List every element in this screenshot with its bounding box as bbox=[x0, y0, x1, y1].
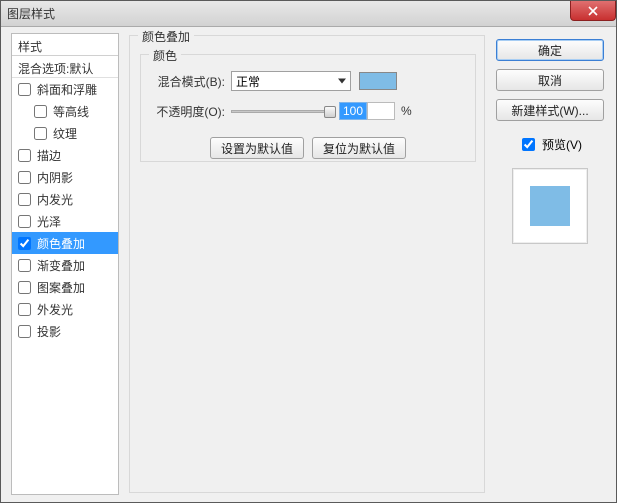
style-item-label: 斜面和浮雕 bbox=[37, 81, 97, 98]
style-item-2[interactable]: 纹理 bbox=[12, 122, 118, 144]
style-item-4[interactable]: 内阴影 bbox=[12, 166, 118, 188]
preview-box bbox=[512, 168, 588, 244]
style-checkbox[interactable] bbox=[18, 171, 31, 184]
style-checkbox[interactable] bbox=[18, 325, 31, 338]
style-checkbox[interactable] bbox=[18, 237, 31, 250]
opacity-unit: % bbox=[401, 104, 412, 118]
style-item-6[interactable]: 光泽 bbox=[12, 210, 118, 232]
chevron-down-icon bbox=[338, 79, 346, 84]
overlay-color-swatch[interactable] bbox=[359, 72, 397, 90]
window-title: 图层样式 bbox=[7, 5, 55, 22]
style-item-1[interactable]: 等高线 bbox=[12, 100, 118, 122]
style-item-label: 图案叠加 bbox=[37, 279, 85, 296]
color-group: 颜色 混合模式(B): 正常 不透明度(O): 100 % 设置为默认值 bbox=[140, 54, 476, 162]
set-default-button[interactable]: 设置为默认值 bbox=[210, 137, 304, 159]
opacity-label: 不透明度(O): bbox=[149, 103, 231, 120]
preview-label: 预览(V) bbox=[542, 136, 582, 153]
new-style-button[interactable]: 新建样式(W)... bbox=[496, 99, 604, 121]
style-checkbox[interactable] bbox=[18, 149, 31, 162]
right-column: 确定 取消 新建样式(W)... 预览(V) bbox=[496, 39, 604, 244]
style-item-label: 内发光 bbox=[37, 191, 73, 208]
style-item-label: 颜色叠加 bbox=[37, 235, 85, 252]
cancel-button[interactable]: 取消 bbox=[496, 69, 604, 91]
blend-mode-label: 混合模式(B): bbox=[149, 73, 231, 90]
styles-panel: 样式 混合选项:默认 斜面和浮雕等高线纹理描边内阴影内发光光泽颜色叠加渐变叠加图… bbox=[11, 33, 119, 495]
style-item-8[interactable]: 渐变叠加 bbox=[12, 254, 118, 276]
close-button[interactable] bbox=[570, 1, 616, 21]
style-item-label: 纹理 bbox=[53, 125, 77, 142]
opacity-value-box[interactable] bbox=[367, 102, 395, 120]
settings-group: 颜色叠加 颜色 混合模式(B): 正常 不透明度(O): 100 % bbox=[129, 35, 485, 493]
style-item-label: 描边 bbox=[37, 147, 61, 164]
opacity-slider[interactable] bbox=[231, 110, 331, 113]
ok-button[interactable]: 确定 bbox=[496, 39, 604, 61]
blend-mode-value: 正常 bbox=[236, 73, 260, 90]
style-item-label: 等高线 bbox=[53, 103, 89, 120]
style-item-5[interactable]: 内发光 bbox=[12, 188, 118, 210]
style-item-7[interactable]: 颜色叠加 bbox=[12, 232, 118, 254]
style-item-label: 内阴影 bbox=[37, 169, 73, 186]
style-checkbox[interactable] bbox=[18, 215, 31, 228]
preview-checkbox[interactable] bbox=[522, 138, 535, 151]
layer-style-dialog: 图层样式 样式 混合选项:默认 斜面和浮雕等高线纹理描边内阴影内发光光泽颜色叠加… bbox=[0, 0, 617, 503]
preview-checkbox-row[interactable]: 预览(V) bbox=[496, 135, 604, 154]
style-checkbox[interactable] bbox=[18, 83, 31, 96]
blend-mode-select[interactable]: 正常 bbox=[231, 71, 351, 91]
color-group-title: 颜色 bbox=[149, 47, 181, 64]
style-checkbox[interactable] bbox=[18, 281, 31, 294]
style-checkbox[interactable] bbox=[18, 193, 31, 206]
style-checkbox[interactable] bbox=[34, 105, 47, 118]
opacity-value[interactable]: 100 bbox=[339, 102, 367, 120]
preview-fill bbox=[530, 186, 570, 226]
style-item-0[interactable]: 斜面和浮雕 bbox=[12, 78, 118, 100]
style-checkbox[interactable] bbox=[18, 303, 31, 316]
styles-header: 样式 bbox=[12, 34, 118, 56]
blend-options-item[interactable]: 混合选项:默认 bbox=[12, 56, 118, 78]
style-item-9[interactable]: 图案叠加 bbox=[12, 276, 118, 298]
style-checkbox[interactable] bbox=[18, 259, 31, 272]
style-checkbox[interactable] bbox=[34, 127, 47, 140]
reset-default-button[interactable]: 复位为默认值 bbox=[312, 137, 406, 159]
style-item-label: 外发光 bbox=[37, 301, 73, 318]
style-item-label: 投影 bbox=[37, 323, 61, 340]
settings-group-title: 颜色叠加 bbox=[138, 28, 194, 45]
style-item-3[interactable]: 描边 bbox=[12, 144, 118, 166]
style-item-label: 渐变叠加 bbox=[37, 257, 85, 274]
style-item-11[interactable]: 投影 bbox=[12, 320, 118, 342]
slider-thumb-icon[interactable] bbox=[324, 106, 336, 118]
titlebar[interactable]: 图层样式 bbox=[1, 1, 616, 27]
style-item-10[interactable]: 外发光 bbox=[12, 298, 118, 320]
style-item-label: 光泽 bbox=[37, 213, 61, 230]
close-icon bbox=[588, 6, 598, 16]
